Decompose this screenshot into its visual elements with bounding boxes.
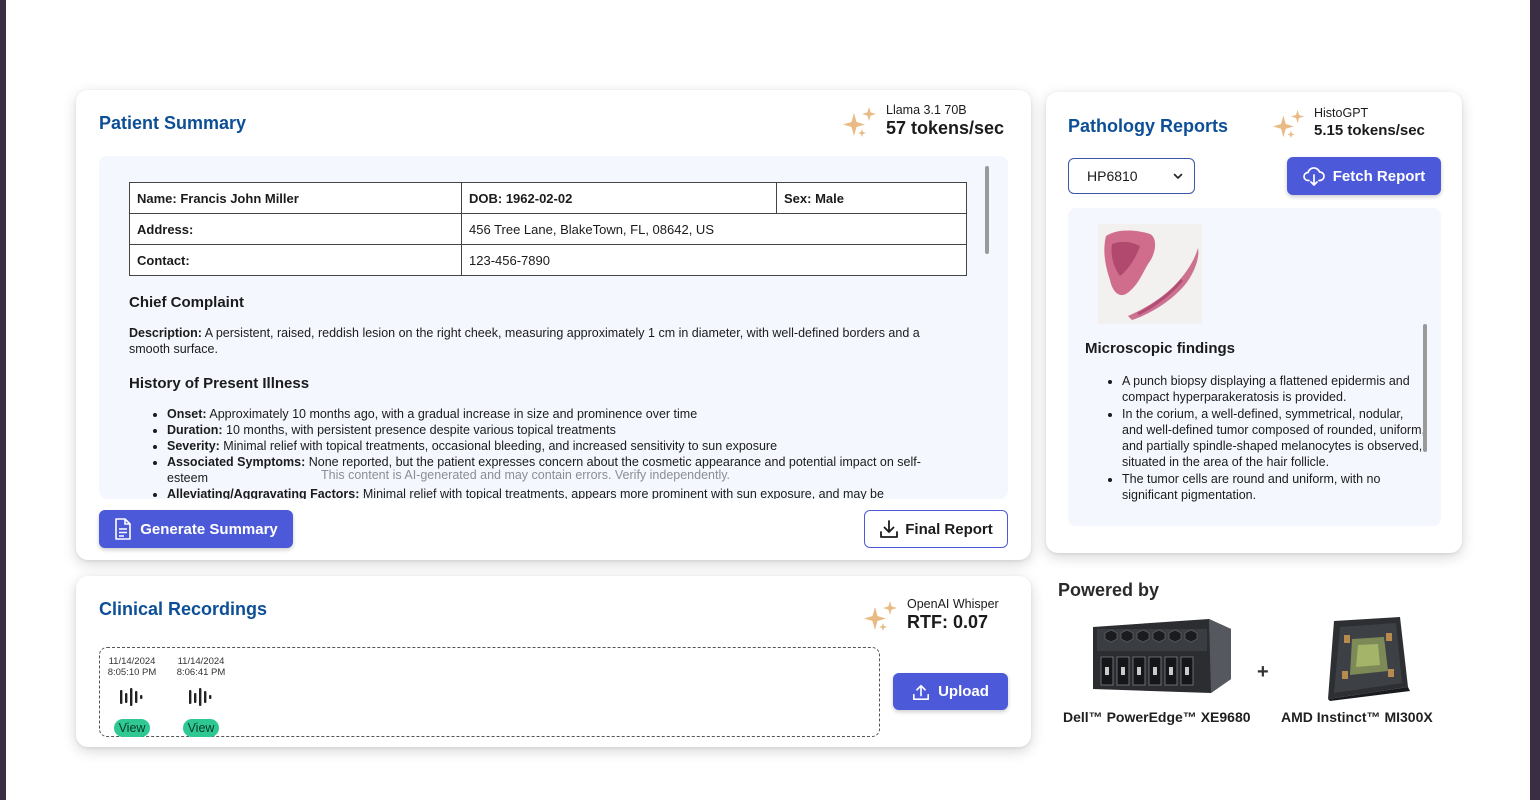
list-item: A punch biopsy displaying a flattened ep…	[1122, 373, 1425, 406]
pathology-reports-card: Pathology Reports HistoGPT 5.15 tokens/s…	[1046, 92, 1462, 553]
patient-summary-title: Patient Summary	[99, 113, 247, 133]
summary-scrollbar[interactable]	[985, 166, 989, 254]
document-icon	[115, 518, 132, 540]
findings-list: A punch biopsy displaying a flattened ep…	[1105, 373, 1425, 503]
recording-date: 11/14/2024	[108, 656, 156, 667]
download-icon	[880, 520, 899, 538]
generate-summary-label: Generate Summary	[140, 520, 278, 538]
model-name: HistoGPT	[1314, 106, 1369, 120]
summary-content-panel[interactable]: Name: Francis John Miller DOB: 1962-02-0…	[99, 156, 1008, 499]
hpi-list: Onset: Approximately 10 months ago, with…	[129, 406, 959, 499]
hpi-text: 10 months, with persistent presence desp…	[226, 423, 616, 437]
final-report-label: Final Report	[905, 520, 993, 538]
gpu-label: AMD Instinct™ MI300X	[1281, 709, 1433, 725]
final-report-button[interactable]: Final Report	[864, 510, 1008, 548]
list-item: Duration: 10 months, with persistent pre…	[167, 422, 959, 438]
hpi-text: Minimal relief with topical treatments, …	[362, 487, 884, 499]
hpi-label: Duration:	[167, 423, 223, 437]
hpi-heading: History of Present Illness	[129, 375, 310, 392]
hpi-label: Onset:	[167, 407, 207, 421]
address-label: Address:	[129, 213, 462, 245]
recording-item[interactable]: 11/14/2024 8:05:10 PM View	[105, 656, 159, 737]
recording-time: 8:05:10 PM	[107, 667, 157, 678]
report-select-value: HP6810	[1087, 168, 1138, 184]
model-rate: RTF: 0.07	[907, 612, 989, 632]
patient-summary-card: Patient Summary Llama 3.1 70B 57 tokens/…	[76, 90, 1031, 560]
chief-complaint-heading: Chief Complaint	[129, 294, 244, 311]
sparkle-icon	[864, 601, 897, 631]
powered-by-title: Powered by	[1058, 580, 1160, 600]
chief-complaint-description: Description: A persistent, raised, reddi…	[129, 325, 929, 357]
contact-label: Contact:	[129, 244, 462, 276]
upload-button[interactable]: Upload	[893, 673, 1008, 710]
pathology-title: Pathology Reports	[1068, 116, 1229, 136]
hpi-label: Alleviating/Aggravating Factors:	[167, 487, 360, 499]
whisper-model-info: OpenAI Whisper RTF: 0.07	[863, 597, 999, 635]
plus-sign: +	[1257, 661, 1269, 683]
list-item: The tumor cells are round and uniform, w…	[1122, 471, 1425, 504]
hpi-label: Severity:	[167, 439, 220, 453]
patient-info-table: Name: Francis John Miller DOB: 1962-02-0…	[129, 182, 967, 276]
server-label: Dell™ PowerEdge™ XE9680	[1063, 709, 1251, 725]
list-item: In the corium, a well-defined, symmetric…	[1122, 406, 1425, 471]
pathology-content-panel[interactable]: Microscopic findings A punch biopsy disp…	[1068, 208, 1441, 526]
list-item: Severity: Minimal relief with topical tr…	[167, 438, 959, 454]
audio-wave-icon	[189, 688, 212, 706]
model-rate: 57 tokens/sec	[886, 118, 1005, 138]
recordings-title: Clinical Recordings	[99, 599, 268, 619]
hpi-label: Associated Symptoms:	[167, 455, 306, 469]
recordings-list: 11/14/2024 8:05:10 PM View 11/14/2024 8:…	[99, 647, 880, 737]
gpu-image	[1328, 617, 1410, 701]
hpi-text: Approximately 10 months ago, with a grad…	[209, 407, 698, 421]
hpi-text: Minimal relief with topical treatments, …	[223, 439, 778, 453]
patient-dob: DOB: 1962-02-02	[461, 182, 777, 214]
cloud-download-icon	[1302, 167, 1325, 186]
contact-value: 123-456-7890	[461, 244, 967, 276]
upload-label: Upload	[938, 683, 989, 700]
tissue-thumbnail	[1098, 224, 1202, 324]
fetch-report-label: Fetch Report	[1332, 167, 1426, 185]
description-label: Description:	[129, 326, 202, 340]
list-item: Alleviating/Aggravating Factors: Minimal…	[167, 486, 959, 499]
address-value: 456 Tree Lane, BlakeTown, FL, 08642, US	[461, 213, 967, 245]
model-name: OpenAI Whisper	[907, 597, 999, 611]
view-recording-button[interactable]: View	[113, 719, 151, 737]
server-image	[1093, 619, 1231, 693]
model-name: Llama 3.1 70B	[886, 103, 967, 117]
chevron-down-icon	[1173, 173, 1183, 179]
audio-wave-icon	[120, 688, 143, 706]
patient-sex: Sex: Male	[776, 182, 967, 214]
recording-item[interactable]: 11/14/2024 8:06:41 PM View	[174, 656, 228, 737]
findings-heading: Microscopic findings	[1085, 340, 1236, 357]
ai-disclaimer: This content is AI-generated and may con…	[321, 468, 731, 482]
report-select[interactable]: HP6810	[1068, 158, 1195, 194]
sparkle-icon	[843, 107, 876, 137]
histogpt-model-info: HistoGPT 5.15 tokens/sec	[1272, 106, 1425, 142]
recording-time: 8:06:41 PM	[176, 667, 226, 678]
fetch-report-button[interactable]: Fetch Report	[1287, 157, 1441, 195]
sparkle-icon	[1273, 109, 1305, 139]
llama-model-info: Llama 3.1 70B 57 tokens/sec	[842, 103, 1004, 141]
histology-slide-image	[1098, 224, 1202, 324]
view-recording-button[interactable]: View	[182, 719, 220, 737]
patient-name: Name: Francis John Miller	[129, 182, 462, 214]
list-item: Onset: Approximately 10 months ago, with…	[167, 406, 959, 422]
upload-icon	[913, 684, 930, 700]
recording-date: 11/14/2024	[177, 656, 225, 667]
clinical-recordings-card: Clinical Recordings OpenAI Whisper RTF: …	[76, 576, 1031, 747]
model-rate: 5.15 tokens/sec	[1314, 122, 1425, 139]
description-text: A persistent, raised, reddish lesion on …	[129, 326, 920, 356]
generate-summary-button[interactable]: Generate Summary	[99, 510, 293, 548]
findings-scrollbar[interactable]	[1423, 324, 1427, 452]
